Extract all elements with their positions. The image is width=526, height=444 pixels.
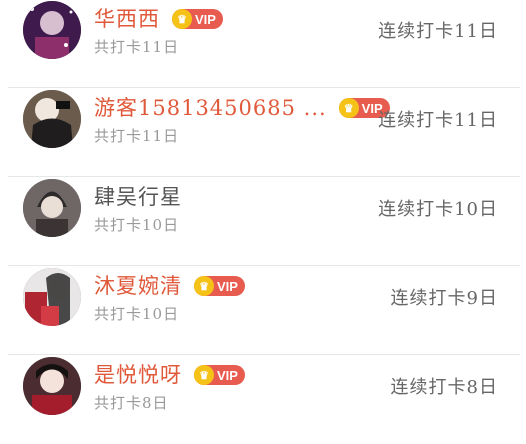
checkin-row[interactable]: 肆吴行星 共打卡10日 连续打卡10日 <box>0 178 526 266</box>
total-checkins: 共打卡10日 <box>94 216 180 234</box>
total-checkins: 共打卡8日 <box>94 394 169 412</box>
checkin-row[interactable]: 华西西 ♛ VIP 共打卡11日 连续打卡11日 <box>0 0 526 88</box>
user-name: 沐夏婉清 <box>94 274 182 298</box>
row-divider <box>8 176 520 177</box>
name-line: 肆吴行星 <box>94 182 182 212</box>
vip-badge: ♛ VIP <box>194 365 245 385</box>
vip-badge: ♛ VIP <box>194 276 245 296</box>
avatar[interactable] <box>23 268 81 326</box>
row-divider <box>8 354 520 355</box>
streak-checkins: 连续打卡11日 <box>378 110 498 131</box>
checkin-row[interactable]: 沐夏婉清 ♛ VIP 共打卡10日 连续打卡9日 <box>0 267 526 355</box>
row-divider <box>8 87 520 88</box>
name-line: 沐夏婉清 ♛ VIP <box>94 271 245 301</box>
avatar[interactable] <box>23 179 81 237</box>
user-name: 肆吴行星 <box>94 185 182 209</box>
avatar[interactable] <box>23 357 81 415</box>
user-name: 游客15813450685 ... <box>94 96 327 120</box>
streak-checkins: 连续打卡11日 <box>378 21 498 42</box>
checkin-row[interactable]: 是悦悦呀 ♛ VIP 共打卡8日 连续打卡8日 <box>0 356 526 444</box>
crown-icon: ♛ <box>194 365 214 385</box>
total-checkins: 共打卡11日 <box>94 38 180 56</box>
avatar[interactable] <box>23 90 81 148</box>
streak-checkins: 连续打卡10日 <box>378 199 498 220</box>
name-line: 是悦悦呀 ♛ VIP <box>94 360 245 390</box>
name-line: 游客15813450685 ... ♛ VIP <box>94 93 390 123</box>
total-checkins: 共打卡11日 <box>94 127 180 145</box>
name-line: 华西西 ♛ VIP <box>94 4 223 34</box>
total-checkins: 共打卡10日 <box>94 305 180 323</box>
streak-checkins: 连续打卡9日 <box>390 288 498 309</box>
crown-icon: ♛ <box>194 276 214 296</box>
user-name: 是悦悦呀 <box>94 363 182 387</box>
crown-icon: ♛ <box>338 98 359 118</box>
streak-checkins: 连续打卡8日 <box>390 377 498 398</box>
row-divider <box>8 265 520 266</box>
vip-badge: ♛ VIP <box>172 9 223 29</box>
checkin-row[interactable]: 游客15813450685 ... ♛ VIP 共打卡11日 连续打卡11日 <box>0 89 526 177</box>
vip-label: VIP <box>217 278 238 294</box>
crown-icon: ♛ <box>172 9 192 29</box>
avatar[interactable] <box>23 1 81 59</box>
user-name: 华西西 <box>94 7 160 31</box>
vip-label: VIP <box>217 367 238 383</box>
vip-label: VIP <box>195 11 216 27</box>
